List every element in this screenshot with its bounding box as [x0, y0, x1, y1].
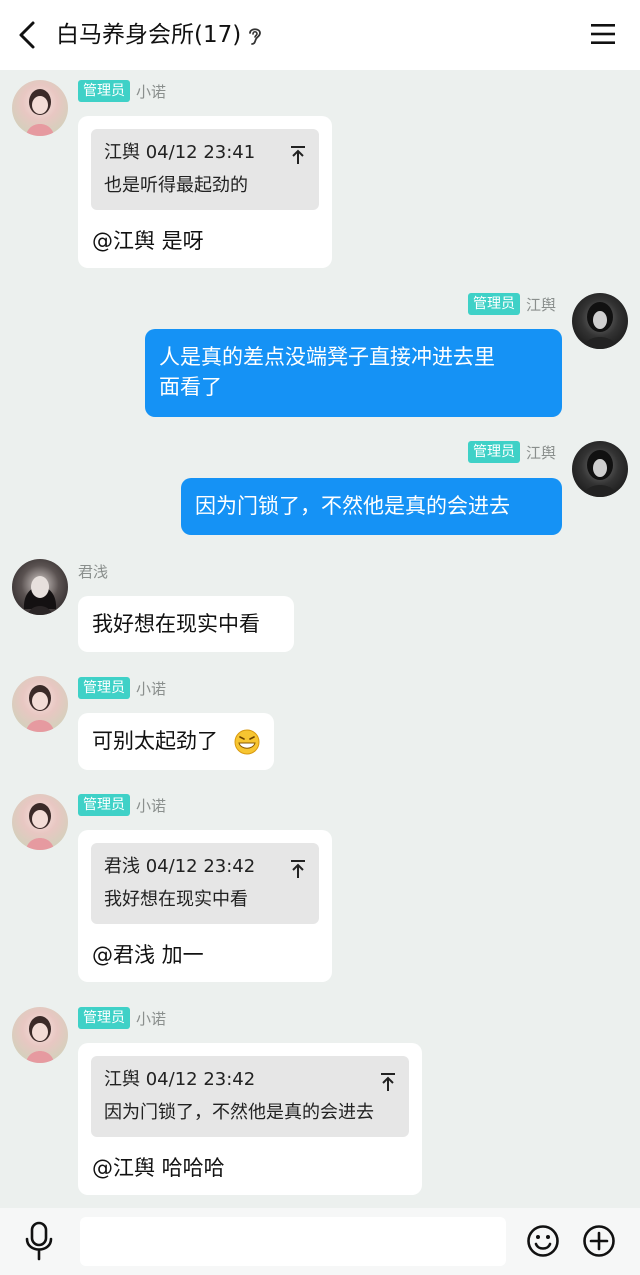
- ear-icon: [249, 27, 262, 45]
- sender-name: 君浅: [78, 562, 109, 581]
- message-text: 可别太起劲了: [92, 729, 218, 753]
- admin-badge: 管理员: [467, 441, 520, 463]
- sender-name: 小诺: [136, 1009, 167, 1028]
- message-text: 因为门锁了，不然他是真的会进去: [195, 494, 510, 518]
- message-bubble[interactable]: 因为门锁了，不然他是真的会进去: [181, 478, 562, 535]
- chat-header: 白马养身会所(17): [0, 0, 640, 70]
- message-bubble[interactable]: 江舆 04/12 23:41 也是听得最起劲的 @江舆 是呀: [78, 116, 332, 268]
- message-bubble[interactable]: 君浅 04/12 23:42 我好想在现实中看 @君浅 加一: [78, 830, 332, 982]
- sender-meta: 管理员 小诺: [78, 794, 166, 816]
- message-text: 我好想在现实中看: [92, 612, 260, 636]
- message-bubble[interactable]: 人是真的差点没端凳子直接冲进去里 面看了: [145, 329, 562, 417]
- sender-name: 江舆: [525, 443, 556, 462]
- sender-name: 小诺: [136, 796, 167, 815]
- avatar[interactable]: [572, 441, 628, 497]
- avatar[interactable]: [12, 794, 68, 850]
- emoji-icon[interactable]: [526, 1224, 560, 1258]
- sender-name: 江舆: [525, 295, 556, 314]
- message-input[interactable]: [80, 1217, 506, 1266]
- avatar[interactable]: [12, 559, 68, 615]
- pin-top-icon: [381, 1073, 395, 1091]
- pin-top-icon: [291, 860, 305, 878]
- grin-emoji-icon: [234, 729, 260, 755]
- menu-icon[interactable]: [590, 22, 616, 46]
- avatar[interactable]: [12, 1007, 68, 1063]
- message-bubble[interactable]: 可别太起劲了: [78, 713, 274, 770]
- back-arrow-icon[interactable]: [14, 20, 42, 50]
- quote-text: 因为门锁了，不然他是真的会进去: [104, 1102, 374, 1123]
- message-text: @江舆 是呀: [92, 229, 204, 253]
- admin-badge: 管理员: [78, 80, 130, 102]
- quoted-message[interactable]: 江舆 04/12 23:42 因为门锁了，不然他是真的会进去: [91, 1056, 409, 1137]
- quote-header: 江舆 04/12 23:42: [104, 1069, 256, 1090]
- sender-meta: 管理员 江舆: [467, 293, 556, 315]
- sender-meta: 管理员 江舆: [467, 441, 556, 463]
- avatar[interactable]: [12, 676, 68, 732]
- pin-top-icon: [291, 146, 305, 164]
- message-bubble[interactable]: 江舆 04/12 23:42 因为门锁了，不然他是真的会进去 @江舆 哈哈哈: [78, 1043, 422, 1195]
- sender-meta: 管理员 小诺: [78, 80, 166, 102]
- message-text-line: 面看了: [159, 375, 222, 399]
- sender-name: 小诺: [136, 679, 167, 698]
- quote-header: 江舆 04/12 23:41: [104, 142, 256, 163]
- sender-name: 小诺: [136, 82, 167, 101]
- admin-badge: 管理员: [467, 293, 520, 315]
- sender-meta: 君浅: [78, 560, 108, 582]
- group-name: 白马养身会所(17): [56, 22, 242, 48]
- quote-text: 我好想在现实中看: [104, 889, 248, 910]
- quoted-message[interactable]: 君浅 04/12 23:42 我好想在现实中看: [91, 843, 319, 924]
- admin-badge: 管理员: [78, 1007, 130, 1029]
- message-text: @君浅 加一: [92, 943, 204, 967]
- avatar[interactable]: [572, 293, 628, 349]
- admin-badge: 管理员: [78, 794, 130, 816]
- quote-header: 君浅 04/12 23:42: [104, 856, 256, 877]
- sender-meta: 管理员 小诺: [78, 677, 166, 699]
- mic-icon[interactable]: [22, 1220, 56, 1262]
- message-text-line: 人是真的差点没端凳子直接冲进去里: [159, 345, 495, 369]
- quoted-message[interactable]: 江舆 04/12 23:41 也是听得最起劲的: [91, 129, 319, 210]
- admin-badge: 管理员: [78, 677, 130, 699]
- quote-text: 也是听得最起劲的: [104, 175, 248, 196]
- message-bubble[interactable]: 我好想在现实中看: [78, 596, 294, 652]
- plus-icon[interactable]: [582, 1224, 616, 1258]
- avatar[interactable]: [12, 80, 68, 136]
- sender-meta: 管理员 小诺: [78, 1007, 166, 1029]
- message-text: @江舆 哈哈哈: [92, 1156, 225, 1180]
- chat-title[interactable]: 白马养身会所(17): [56, 18, 263, 52]
